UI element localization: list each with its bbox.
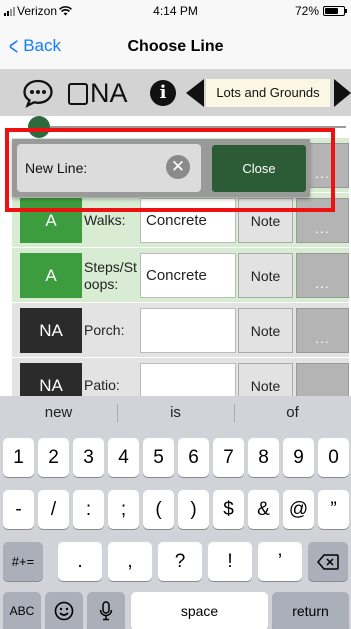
key[interactable]: 5 (143, 438, 174, 477)
note-button[interactable]: Note (238, 308, 293, 353)
status-button[interactable]: A (20, 253, 82, 298)
key[interactable]: ? (158, 542, 202, 581)
key[interactable]: 3 (73, 438, 104, 477)
slider-thumb[interactable] (28, 116, 50, 138)
toolbar: NA i Lots and Grounds (0, 70, 351, 116)
suggestion-item[interactable]: is (117, 396, 234, 430)
table-row: NA Porch: Note ... (12, 303, 349, 357)
status-button[interactable]: A (20, 198, 82, 243)
more-button[interactable]: ... (296, 198, 349, 243)
key[interactable]: - (3, 490, 34, 529)
key[interactable]: . (58, 542, 102, 581)
row-label: Porch: (84, 322, 125, 338)
table-row: A Walks: Concrete Note ... (12, 193, 349, 247)
microphone-icon (99, 601, 113, 621)
backspace-icon (317, 554, 339, 570)
status-right: 72% (294, 4, 347, 18)
next-section-icon[interactable] (334, 79, 351, 107)
key[interactable]: : (73, 490, 104, 529)
slider-track[interactable] (42, 126, 346, 128)
battery-fill (325, 8, 338, 14)
symbols-key[interactable]: #+= (3, 542, 43, 581)
key[interactable]: 9 (283, 438, 314, 477)
space-key[interactable]: space (131, 592, 268, 629)
emoji-icon (54, 601, 74, 621)
key[interactable]: ’ (258, 542, 302, 581)
backspace-key[interactable] (308, 542, 348, 581)
emoji-key[interactable] (45, 592, 83, 629)
row-value-field[interactable]: Concrete (140, 253, 236, 298)
key[interactable]: 7 (213, 438, 244, 477)
suggestion-item[interactable]: new (0, 396, 117, 430)
keyboard: new is of 1 2 3 4 5 6 7 8 9 0 - / : ; ( … (0, 396, 351, 629)
key[interactable]: , (108, 542, 152, 581)
comment-icon[interactable] (22, 78, 54, 108)
na-checkbox[interactable]: NA (68, 78, 128, 109)
row-label: Walks: (84, 212, 126, 228)
key[interactable]: $ (213, 490, 244, 529)
dictation-key[interactable] (87, 592, 125, 629)
return-key[interactable]: return (272, 592, 349, 629)
table-row: A Steps/St oops: Concrete Note ... (12, 248, 349, 302)
key[interactable]: ; (108, 490, 139, 529)
key[interactable]: ” (318, 490, 349, 529)
more-button[interactable]: ... (296, 308, 349, 353)
key[interactable]: ( (143, 490, 174, 529)
navigation-bar: < Back Choose Line (0, 22, 351, 70)
key[interactable]: / (38, 490, 69, 529)
status-button[interactable]: NA (20, 308, 82, 353)
na-label: NA (90, 78, 128, 108)
key[interactable]: ! (208, 542, 252, 581)
key[interactable]: @ (283, 490, 314, 529)
abc-key[interactable]: ABC (3, 592, 41, 629)
suggestion-bar: new is of (0, 396, 351, 430)
row-label: Steps/St oops: (84, 258, 137, 292)
row-value-field[interactable]: Concrete (140, 198, 236, 243)
info-icon[interactable]: i (150, 80, 176, 106)
page-title: Choose Line (127, 38, 224, 55)
status-bar: Verizon 4:14 PM 72% (0, 0, 351, 22)
key[interactable]: 6 (178, 438, 209, 477)
key[interactable]: & (248, 490, 279, 529)
close-button[interactable]: Close (212, 145, 306, 192)
note-button[interactable]: Note (238, 198, 293, 243)
key[interactable]: 4 (108, 438, 139, 477)
section-label: Lots and Grounds (206, 79, 330, 107)
key[interactable]: 0 (318, 438, 349, 477)
previous-section-icon[interactable] (186, 79, 204, 107)
key[interactable]: 2 (38, 438, 69, 477)
suggestion-item[interactable]: of (234, 396, 351, 430)
clear-icon[interactable]: ✕ (166, 155, 190, 179)
row-value-field[interactable] (140, 308, 236, 353)
battery-percent: 72% (294, 4, 319, 18)
key[interactable]: 8 (248, 438, 279, 477)
more-button[interactable]: ... (296, 253, 349, 298)
battery-icon (323, 6, 347, 16)
note-button[interactable]: Note (238, 253, 293, 298)
new-line-popup: New Line: ✕ Close (12, 139, 310, 197)
checkbox-icon (68, 82, 88, 105)
key[interactable]: ) (178, 490, 209, 529)
key[interactable]: 1 (3, 438, 34, 477)
